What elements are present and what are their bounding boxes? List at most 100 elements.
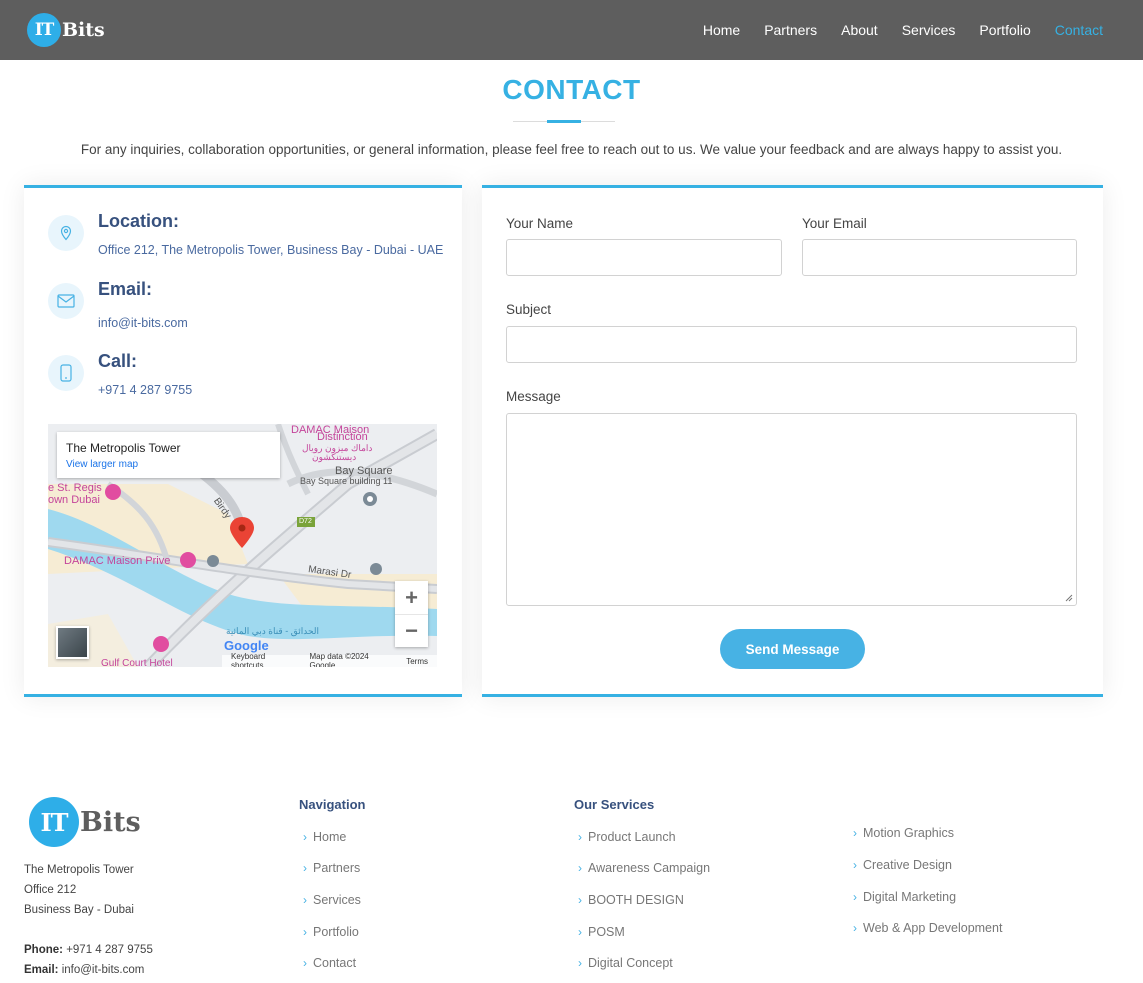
phone-icon (48, 355, 84, 391)
footer-link-label: Web & App Development (863, 921, 1003, 935)
map-label-damac-arabic-2: ديستنكشون (312, 452, 357, 462)
footer-service-awareness[interactable]: › Awareness Campaign (578, 861, 710, 875)
chevron-right-icon: › (303, 925, 307, 939)
name-label: Your Name (506, 216, 574, 231)
footer-link-label: POSM (588, 925, 625, 939)
message-label: Message (506, 389, 561, 404)
call-title: Call: (98, 351, 138, 371)
footer-nav-home[interactable]: › Home (303, 830, 346, 844)
footer-link-label: Contact (313, 956, 357, 970)
email-text[interactable]: info@it-bits.com (98, 316, 188, 330)
footer-link-label: Home (313, 830, 347, 844)
footer-logo-word: Bits (80, 806, 141, 838)
nav-home[interactable]: Home (703, 22, 740, 38)
footer-link-label: Partners (313, 861, 361, 875)
map-footer-bar: Keyboard shortcuts Map data ©2024 Google… (222, 652, 437, 667)
footer-nav-services[interactable]: › Services (303, 893, 361, 907)
footer-phone-label: Phone: (24, 944, 63, 956)
map-data-text: Map data ©2024 Google (309, 652, 369, 667)
footer-email-label: Email: (24, 964, 59, 976)
subject-input[interactable] (506, 326, 1077, 363)
location-text: Office 212, The Metropolis Tower, Busine… (98, 243, 444, 257)
send-message-button[interactable]: Send Message (720, 629, 865, 669)
footer-logo-badge: IT (29, 797, 79, 847)
nav-about[interactable]: About (841, 22, 878, 38)
zoom-in-button[interactable]: + (395, 581, 428, 614)
top-header: IT Bits Home Partners About Services Por… (0, 0, 1143, 60)
satellite-toggle-button[interactable] (56, 626, 89, 659)
chevron-right-icon: › (578, 956, 582, 970)
footer-logo[interactable]: IT Bits (29, 797, 141, 847)
envelope-icon (48, 283, 84, 319)
map-label-st-regis-2: own Dubai (48, 494, 100, 506)
site-logo[interactable]: IT Bits (27, 13, 105, 47)
footer-address-line1: The Metropolis Tower (24, 864, 134, 876)
name-input[interactable] (506, 239, 782, 276)
nav-contact[interactable]: Contact (1055, 22, 1103, 38)
footer-link-label: Product Launch (588, 830, 676, 844)
map-place-title: The Metropolis Tower (66, 441, 181, 455)
map-place-card: The Metropolis Tower View larger map (57, 432, 280, 478)
section-intro: For any inquiries, collaboration opportu… (80, 142, 1063, 157)
footer-services-heading: Our Services (574, 797, 655, 812)
google-map-embed[interactable]: DAMAC Maison Distinction داماك ميزون روي… (48, 424, 437, 667)
zoom-out-button[interactable]: − (395, 614, 428, 647)
chevron-right-icon: › (578, 861, 582, 875)
chevron-right-icon: › (853, 921, 857, 935)
call-text[interactable]: +971 4 287 9755 (98, 383, 192, 397)
chevron-right-icon: › (303, 893, 307, 907)
footer-link-label: Awareness Campaign (588, 861, 711, 875)
chevron-right-icon: › (578, 830, 582, 844)
footer-nav-partners[interactable]: › Partners (303, 861, 360, 875)
nav-services[interactable]: Services (902, 22, 956, 38)
footer-phone-value[interactable]: +971 4 287 9755 (66, 944, 153, 956)
footer-service-digital-concept[interactable]: › Digital Concept (578, 956, 673, 970)
map-zoom-control: + − (395, 581, 428, 647)
map-label-distinction: Distinction (317, 431, 368, 443)
chevron-right-icon: › (303, 830, 307, 844)
title-divider-accent (547, 120, 581, 123)
nav-partners[interactable]: Partners (764, 22, 817, 38)
footer-service-creative[interactable]: › Creative Design (853, 858, 952, 872)
section-title: CONTACT (502, 74, 641, 105)
chevron-right-icon: › (578, 893, 582, 907)
location-title: Location: (98, 211, 179, 231)
footer-service-web-app[interactable]: › Web & App Development (853, 921, 1002, 935)
footer-nav-heading: Navigation (299, 797, 366, 812)
chevron-right-icon: › (303, 956, 307, 970)
footer-nav-contact[interactable]: › Contact (303, 956, 356, 970)
email-input[interactable] (802, 239, 1077, 276)
view-larger-map-link[interactable]: View larger map (66, 459, 138, 470)
footer-nav-portfolio[interactable]: › Portfolio (303, 925, 359, 939)
nav-portfolio[interactable]: Portfolio (979, 22, 1030, 38)
footer-link-label: Digital Marketing (863, 890, 957, 904)
map-label-canal-arabic: الحدائق - قناة دبي المائية (226, 626, 320, 636)
map-label-gulf-court: Gulf Court Hotel (101, 658, 173, 667)
contact-form-card: Your Name Your Email Subject Message Sen… (482, 185, 1103, 697)
resize-grip-icon[interactable] (1065, 594, 1073, 602)
google-logo-text: Google (224, 638, 269, 653)
footer-link-label: BOOTH DESIGN (588, 893, 684, 907)
footer-link-label: Digital Concept (588, 956, 673, 970)
footer-link-label: Portfolio (313, 925, 359, 939)
map-label-damac-prive: DAMAC Maison Prive (64, 555, 171, 567)
footer-email-value[interactable]: info@it-bits.com (62, 964, 145, 976)
keyboard-shortcuts-link[interactable]: Keyboard shortcuts (231, 652, 299, 667)
footer-address-line2: Office 212 (24, 884, 77, 896)
main-nav: Home Partners About Services Portfolio C… (679, 0, 1103, 60)
footer-service-posm[interactable]: › POSM (578, 925, 625, 939)
footer-email: Email: info@it-bits.com (24, 964, 144, 976)
message-textarea[interactable] (506, 413, 1077, 606)
footer-service-booth[interactable]: › BOOTH DESIGN (578, 893, 684, 907)
google-logo: Google (224, 638, 269, 653)
email-label: Your Email (802, 216, 867, 231)
map-label-st-regis: e St. Regis (48, 482, 102, 494)
footer-address-line3: Business Bay - Dubai (24, 904, 134, 916)
map-pin-icon (48, 215, 84, 251)
footer-service-motion[interactable]: › Motion Graphics (853, 826, 954, 840)
map-terms-link[interactable]: Terms (406, 657, 428, 666)
map-label-d72: D72 (299, 518, 312, 525)
footer-link-label: Creative Design (863, 858, 952, 872)
footer-service-product-launch[interactable]: › Product Launch (578, 830, 676, 844)
footer-service-digital-marketing[interactable]: › Digital Marketing (853, 890, 956, 904)
